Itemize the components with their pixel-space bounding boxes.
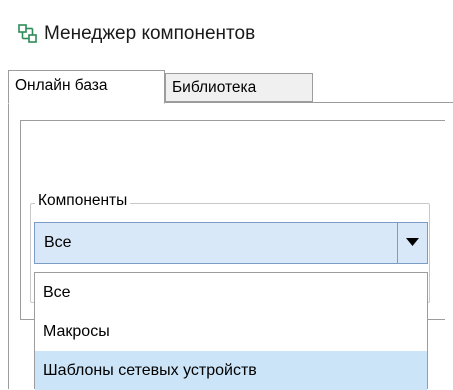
components-group-label: Компоненты xyxy=(35,190,131,212)
combobox-selected-value: Все xyxy=(44,234,72,251)
tab-online-base[interactable]: Онлайн база xyxy=(8,70,165,104)
components-combobox[interactable]: Все xyxy=(34,222,428,264)
combobox-dropdown-button[interactable] xyxy=(397,223,427,263)
window-title: Менеджер компонентов xyxy=(44,23,256,44)
components-dropdown-list: Все Макросы Шаблоны сетевых устройств xyxy=(34,272,428,390)
dropdown-option-network-device-templates[interactable]: Шаблоны сетевых устройств xyxy=(35,351,427,390)
window-titlebar: Менеджер компонентов xyxy=(0,0,453,60)
tab-strip: Онлайн база Библиотека xyxy=(8,70,453,104)
tab-library[interactable]: Библиотека xyxy=(165,73,313,102)
dropdown-option-macros[interactable]: Макросы xyxy=(35,312,427,351)
component-manager-icon xyxy=(18,24,38,44)
dropdown-option-all[interactable]: Все xyxy=(35,273,427,312)
